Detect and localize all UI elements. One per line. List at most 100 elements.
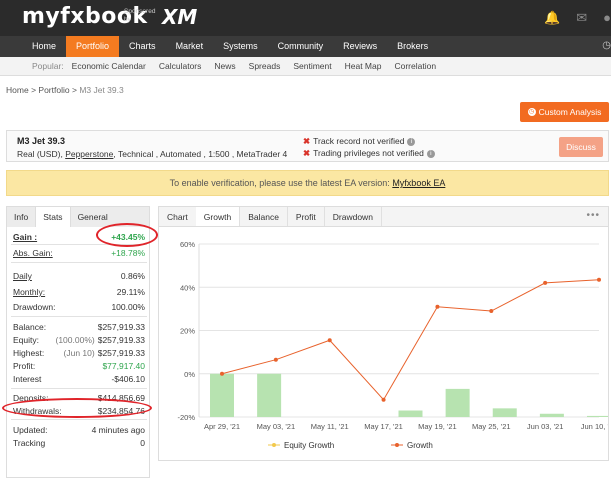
- legend-equity-marker: [272, 443, 276, 447]
- tab-general[interactable]: General: [71, 207, 115, 227]
- stat-daily: Daily 0.86%: [13, 271, 145, 281]
- system-info-box: M3 Jet 39.3 Real (USD), Pepperstone, Tec…: [6, 130, 609, 162]
- nav-market[interactable]: Market: [166, 36, 214, 57]
- withdrawals-annotation-circle: [2, 398, 152, 418]
- x-tick-label: May 19, '21: [418, 422, 457, 431]
- top-bar: myfxbook Sponsored by XM 🔔 ✉ ●: [0, 0, 611, 36]
- nav-reviews[interactable]: Reviews: [333, 36, 387, 57]
- mail-icon[interactable]: ✉: [576, 10, 587, 26]
- tab-growth[interactable]: Growth: [195, 207, 241, 226]
- chart-bar: [539, 413, 564, 417]
- tracking-value: 0: [140, 438, 145, 448]
- custom-analysis-button[interactable]: ◷ Custom Analysis: [520, 102, 609, 122]
- sub-nav-heat-map[interactable]: Heat Map: [345, 61, 382, 71]
- legend-growth-marker: [395, 443, 399, 447]
- info-icon[interactable]: i: [426, 149, 435, 158]
- xm-logo[interactable]: XM: [162, 5, 197, 29]
- system-name: M3 Jet 39.3: [17, 136, 66, 146]
- updated-label: Updated:: [13, 425, 48, 435]
- growth-point: [220, 371, 224, 376]
- monthly-label[interactable]: Monthly:: [13, 287, 45, 297]
- cross-icon: ✖: [303, 148, 311, 158]
- clock-icon[interactable]: ◷: [602, 40, 611, 51]
- chart-bar: [398, 410, 423, 417]
- divider: [11, 262, 147, 263]
- daily-label[interactable]: Daily: [13, 271, 32, 281]
- verification-trading-privileges: ✖ Trading privileges not verified i: [303, 148, 435, 159]
- sponsor-label: Sponsored by: [124, 8, 156, 23]
- interest-label: Interest: [13, 374, 42, 384]
- system-description: Real (USD), Pepperstone, Technical , Aut…: [17, 149, 288, 159]
- drawdown-label: Drawdown:: [13, 302, 56, 312]
- balance-value: $257,919.33: [97, 322, 145, 332]
- stat-interest: Interest -$406.10: [13, 374, 145, 384]
- discuss-button[interactable]: Discuss: [559, 137, 603, 157]
- y-tick-label: -20%: [177, 413, 195, 422]
- divider: [11, 316, 147, 317]
- stat-drawdown: Drawdown: 100.00%: [13, 302, 145, 312]
- growth-chart: 60% 40% 20% 0% -20% Apr 29, '21 May 03, '21 May…: [177, 240, 608, 450]
- abs-gain-value: +18.78%: [111, 248, 145, 258]
- x-tick-label: May 03, '21: [257, 422, 296, 431]
- sub-nav-spreads[interactable]: Spreads: [249, 61, 281, 71]
- monthly-value: 29.11%: [116, 287, 145, 297]
- stat-tracking: Tracking 0: [13, 438, 145, 448]
- equity-percent: (100.00%): [55, 335, 95, 345]
- nav-community[interactable]: Community: [268, 36, 334, 57]
- abs-gain-label[interactable]: Abs. Gain:: [13, 248, 53, 258]
- highest-date: (Jun 10): [63, 348, 95, 358]
- legend-equity-growth: Equity Growth: [284, 441, 334, 450]
- notice-text: To enable verification, please use the l…: [169, 178, 390, 188]
- sub-nav-label: Popular:: [32, 61, 64, 71]
- nav-charts[interactable]: Charts: [119, 36, 166, 57]
- tab-balance[interactable]: Balance: [240, 207, 288, 226]
- growth-point: [381, 397, 386, 402]
- bell-icon[interactable]: 🔔: [544, 10, 560, 26]
- info-icon[interactable]: i: [407, 137, 416, 146]
- custom-analysis-label: Custom Analysis: [538, 107, 602, 117]
- sub-nav-sentiment[interactable]: Sentiment: [293, 61, 331, 71]
- chart-tabs: Chart Growth Balance Profit Drawdown •••: [159, 207, 608, 227]
- daily-value: 0.86%: [120, 271, 145, 281]
- tab-stats[interactable]: Stats: [35, 207, 71, 227]
- nav-portfolio[interactable]: Portfolio: [66, 36, 120, 57]
- myfxbook-ea-link[interactable]: Myfxbook EA: [392, 178, 445, 188]
- y-tick-label: 0%: [184, 370, 195, 379]
- chart-bar: [492, 408, 517, 417]
- nav-brokers[interactable]: Brokers: [387, 36, 438, 57]
- y-tick-label: 40%: [180, 283, 195, 292]
- chart-bar: [587, 415, 608, 417]
- chart-bar: [445, 388, 470, 417]
- more-options-icon[interactable]: •••: [586, 210, 600, 221]
- sub-nav-calculators[interactable]: Calculators: [159, 61, 202, 71]
- drawdown-value: 100.00%: [111, 302, 145, 312]
- x-tick-label: Jun 10, '21: [581, 422, 608, 431]
- balance-label: Balance:: [13, 322, 47, 332]
- equity-value: (100.00%) $257,919.33: [55, 335, 146, 345]
- sub-nav-news[interactable]: News: [214, 61, 235, 71]
- tab-profit[interactable]: Profit: [288, 207, 325, 226]
- breadcrumb-portfolio[interactable]: Portfolio: [38, 85, 69, 95]
- x-tick-label: May 11, '21: [311, 422, 349, 431]
- nav-systems[interactable]: Systems: [213, 36, 268, 57]
- divider: [11, 388, 147, 389]
- y-tick-label: 20%: [180, 327, 195, 336]
- equity-label: Equity:: [13, 335, 39, 345]
- growth-point: [489, 309, 494, 314]
- divider: [11, 419, 147, 420]
- highest-label: Highest:: [13, 348, 45, 358]
- broker-link[interactable]: Pepperstone: [65, 149, 113, 159]
- tracking-label: Tracking: [13, 438, 46, 448]
- nav-home[interactable]: Home: [22, 36, 66, 57]
- chart-bar: [257, 373, 282, 417]
- sub-nav-correlation[interactable]: Correlation: [394, 61, 436, 71]
- sub-nav-economic-calendar[interactable]: Economic Calendar: [72, 61, 146, 71]
- tab-info[interactable]: Info: [7, 207, 35, 227]
- tab-drawdown[interactable]: Drawdown: [325, 207, 382, 226]
- tab-chart[interactable]: Chart: [159, 207, 196, 226]
- chat-icon[interactable]: ●: [603, 10, 611, 26]
- breadcrumb-home[interactable]: Home: [6, 85, 29, 95]
- gain-label[interactable]: Gain :: [13, 232, 37, 242]
- stat-monthly: Monthly: 29.11%: [13, 287, 145, 297]
- x-tick-label: May 25, '21: [472, 422, 511, 431]
